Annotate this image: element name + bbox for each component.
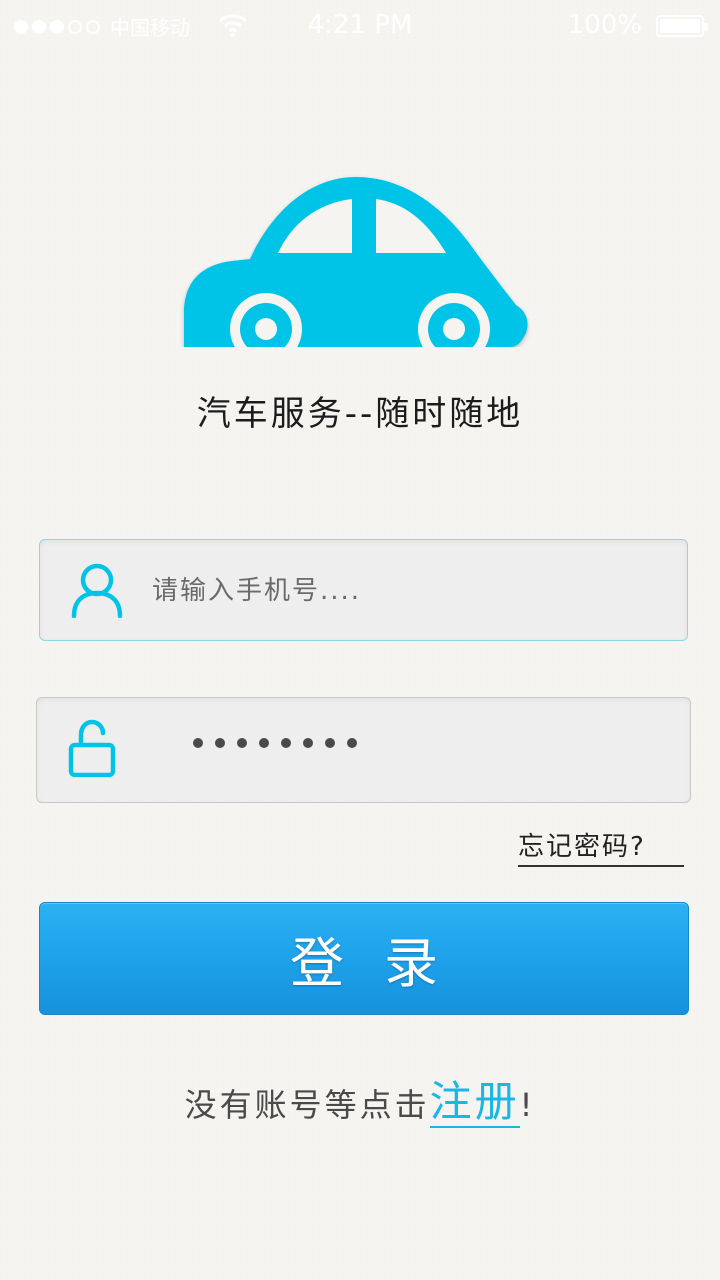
- password-dot: [281, 738, 291, 748]
- battery-percent: 100%: [567, 10, 642, 40]
- password-dot: [215, 738, 225, 748]
- password-field[interactable]: [36, 697, 691, 803]
- unlock-icon: [68, 719, 116, 777]
- register-prefix: 没有账号等点击: [184, 1086, 430, 1124]
- password-dot: [303, 738, 313, 748]
- battery-icon: [656, 15, 708, 37]
- phone-field[interactable]: [39, 539, 688, 641]
- password-dot: [259, 738, 269, 748]
- login-screen: 中国移动 4:21 PM 100% 汽车服务--随时随地 请输入手机号.... …: [0, 0, 720, 1280]
- forgot-password-link[interactable]: 忘记密码?: [518, 826, 684, 867]
- password-dot: [193, 738, 203, 748]
- phone-input[interactable]: [152, 564, 652, 618]
- password-dot: [325, 738, 335, 748]
- app-slogan: 汽车服务--随时随地: [196, 394, 524, 434]
- user-icon: [71, 563, 123, 618]
- login-button[interactable]: 登录: [39, 902, 689, 1015]
- register-link[interactable]: 注册: [429, 1077, 520, 1128]
- status-bar: 中国移动 4:21 PM 100%: [0, 0, 720, 52]
- car-icon: [180, 177, 530, 360]
- password-dot: [347, 738, 357, 748]
- password-input[interactable]: [193, 738, 357, 748]
- register-suffix: !: [519, 1086, 536, 1124]
- register-prompt: 没有账号等点击注册!: [0, 1068, 720, 1129]
- password-dot: [237, 738, 247, 748]
